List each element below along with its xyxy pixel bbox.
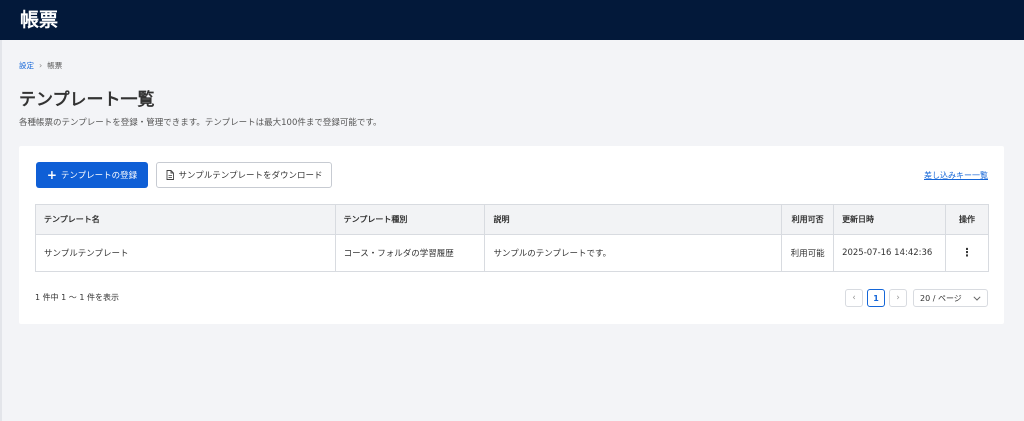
column-header-actions: 操作 [944,204,990,235]
page-size-value: 20 / ページ [920,293,962,303]
template-list-card: + テンプレートの登録 サンプルテンプレートをダウンロード 差し込みキー一覧 テ… [19,146,1004,324]
file-icon [166,170,174,180]
app-header: 帳票 [0,0,1024,40]
cell-template-type: コース・フォルダの学習履歴 [334,234,486,272]
page-1-button[interactable]: 1 [867,289,885,307]
more-options-icon[interactable]: ⋮ [961,246,972,259]
column-header-type: テンプレート種別 [334,204,486,235]
page-title: テンプレート一覧 [19,90,155,110]
cell-availability: 利用可能 [781,234,835,272]
download-sample-button[interactable]: サンプルテンプレートをダウンロード [156,162,332,188]
chevron-left-icon: ‹ [852,293,856,303]
template-table: テンプレート名 テンプレート種別 説明 利用可否 更新日時 操作 サンプルテンプ… [35,204,990,272]
page-description: 各種帳票のテンプレートを登録・管理できます。テンプレートは最大100件まで登録可… [19,118,382,128]
column-header-updated-at: 更新日時 [833,204,946,235]
column-header-availability: 利用可否 [781,204,835,235]
app-title: 帳票 [20,9,59,31]
cell-template-name: サンプルテンプレート [35,234,336,272]
page-size-select[interactable]: 20 / ページ [913,289,988,307]
breadcrumb-separator: › [39,61,43,70]
plus-icon: + [46,168,57,182]
next-page-button[interactable]: › [889,289,907,307]
left-divider [0,40,2,421]
column-header-name: テンプレート名 [35,204,336,235]
breadcrumb-settings-link[interactable]: 設定 [19,61,34,71]
insert-keys-link[interactable]: 差し込みキー一覧 [924,171,988,181]
table-header-row: テンプレート名 テンプレート種別 説明 利用可否 更新日時 操作 [35,204,990,235]
column-header-description: 説明 [484,204,783,235]
cell-description: サンプルのテンプレートです。 [484,234,783,272]
breadcrumb: 設定 › 帳票 [19,61,62,71]
register-template-button[interactable]: + テンプレートの登録 [36,162,148,188]
row-actions-cell: ⋮ [944,234,990,272]
pagination: ‹ 1 › 20 / ページ [845,289,988,307]
pagination-summary: 1 件中 1 〜 1 件を表示 [35,293,119,302]
prev-page-button[interactable]: ‹ [845,289,863,307]
chevron-right-icon: › [896,293,900,303]
chevron-down-icon [973,295,981,301]
register-template-label: テンプレートの登録 [60,171,138,181]
table-row[interactable]: サンプルテンプレート コース・フォルダの学習履歴 サンプルのテンプレートです。 … [35,234,990,272]
download-sample-label: サンプルテンプレートをダウンロード [178,171,323,181]
cell-updated-at: 2025-07-16 14:42:36 [833,234,946,272]
breadcrumb-current: 帳票 [47,61,63,70]
